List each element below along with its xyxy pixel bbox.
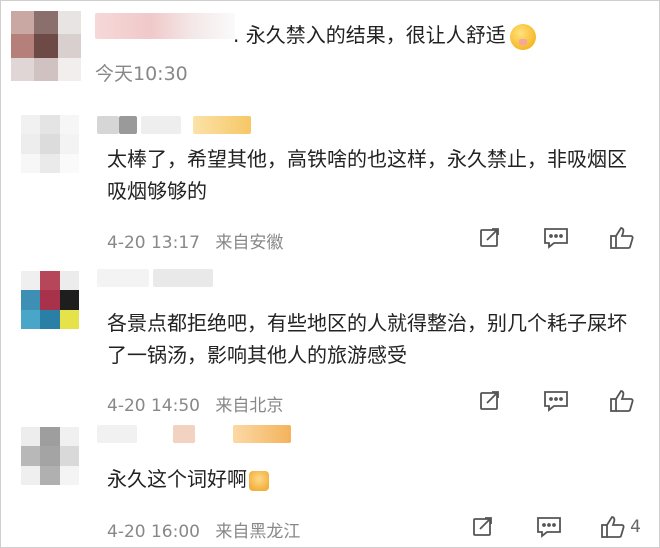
avatar[interactable]: [21, 271, 79, 329]
comment-button[interactable]: [541, 225, 571, 251]
reply-meta: 4-20 16:00 来自黑龙江: [107, 517, 300, 542]
user-badge-blur: [193, 116, 251, 134]
reply-actions: [439, 225, 637, 251]
username-blur: [97, 425, 137, 443]
share-icon: [473, 517, 493, 536]
reply-date: 4-20 13:17: [107, 233, 200, 253]
like-button[interactable]: [607, 225, 637, 251]
reply-date: 4-20 16:00: [107, 522, 200, 542]
reply-body: 永久这个词好啊: [107, 467, 247, 491]
share-icon: [480, 391, 499, 410]
comment-button[interactable]: [534, 514, 564, 540]
reply-meta: 4-20 14:50 来自北京: [107, 391, 283, 416]
avatar[interactable]: [11, 11, 81, 81]
top-comment-text: . 永久禁入的结果，很让人舒适: [233, 19, 536, 50]
like-count: 4: [630, 517, 641, 537]
reply-text: 永久这个词好啊: [107, 463, 627, 495]
comment-button[interactable]: [541, 388, 571, 414]
like-button[interactable]: 4: [600, 514, 641, 540]
username-blur: [153, 269, 213, 287]
comment-icon: [537, 517, 562, 538]
reply-location: 来自北京: [215, 396, 284, 416]
reply-location: 来自安徽: [215, 233, 284, 253]
top-comment-time: 今天10:30: [95, 63, 188, 85]
top-comment-body: . 永久禁入的结果，很让人舒适: [233, 23, 506, 47]
user-badge-blur: [233, 425, 291, 443]
comment-icon: [544, 228, 568, 249]
share-icon: [480, 228, 499, 247]
username-blur: [95, 13, 235, 39]
flushed-face-icon: [509, 23, 536, 50]
reply-actions: [439, 388, 637, 414]
thumbs-up-icon: [601, 516, 625, 538]
username-blur: [141, 116, 181, 134]
reply-meta: 4-20 13:17 来自安徽: [107, 228, 283, 253]
reply-actions: 4: [432, 514, 641, 540]
like-button[interactable]: [607, 388, 637, 414]
reply-text: 太棒了，希望其他，高铁啥的也这样，永久禁止，非吸烟区吸烟够够的: [107, 147, 627, 203]
comment-thread: . 永久禁入的结果，很让人舒适 今天10:30 太棒了，希望其他，高铁啥的也这样…: [0, 0, 660, 548]
username-blur: [97, 269, 149, 287]
share-button[interactable]: [475, 388, 505, 414]
thumbs-up-icon: [610, 390, 634, 412]
reply-location: 来自黑龙江: [215, 522, 301, 542]
avatar[interactable]: [21, 115, 79, 173]
thumbs-up-icon: [610, 227, 634, 249]
comment-icon: [544, 391, 568, 412]
username-blur: [97, 116, 119, 134]
reply-date: 4-20 14:50: [107, 396, 200, 416]
avatar[interactable]: [21, 427, 79, 485]
thumbs-up-emoji-icon: [249, 470, 269, 491]
username-blur: [173, 425, 195, 443]
share-button[interactable]: [468, 514, 498, 540]
reply-text: 各景点都拒绝吧，有些地区的人就得整治，别几个耗子屎坏了一锅汤，影响其他人的旅游感…: [107, 311, 627, 367]
username-blur: [119, 116, 137, 134]
share-button[interactable]: [475, 225, 505, 251]
